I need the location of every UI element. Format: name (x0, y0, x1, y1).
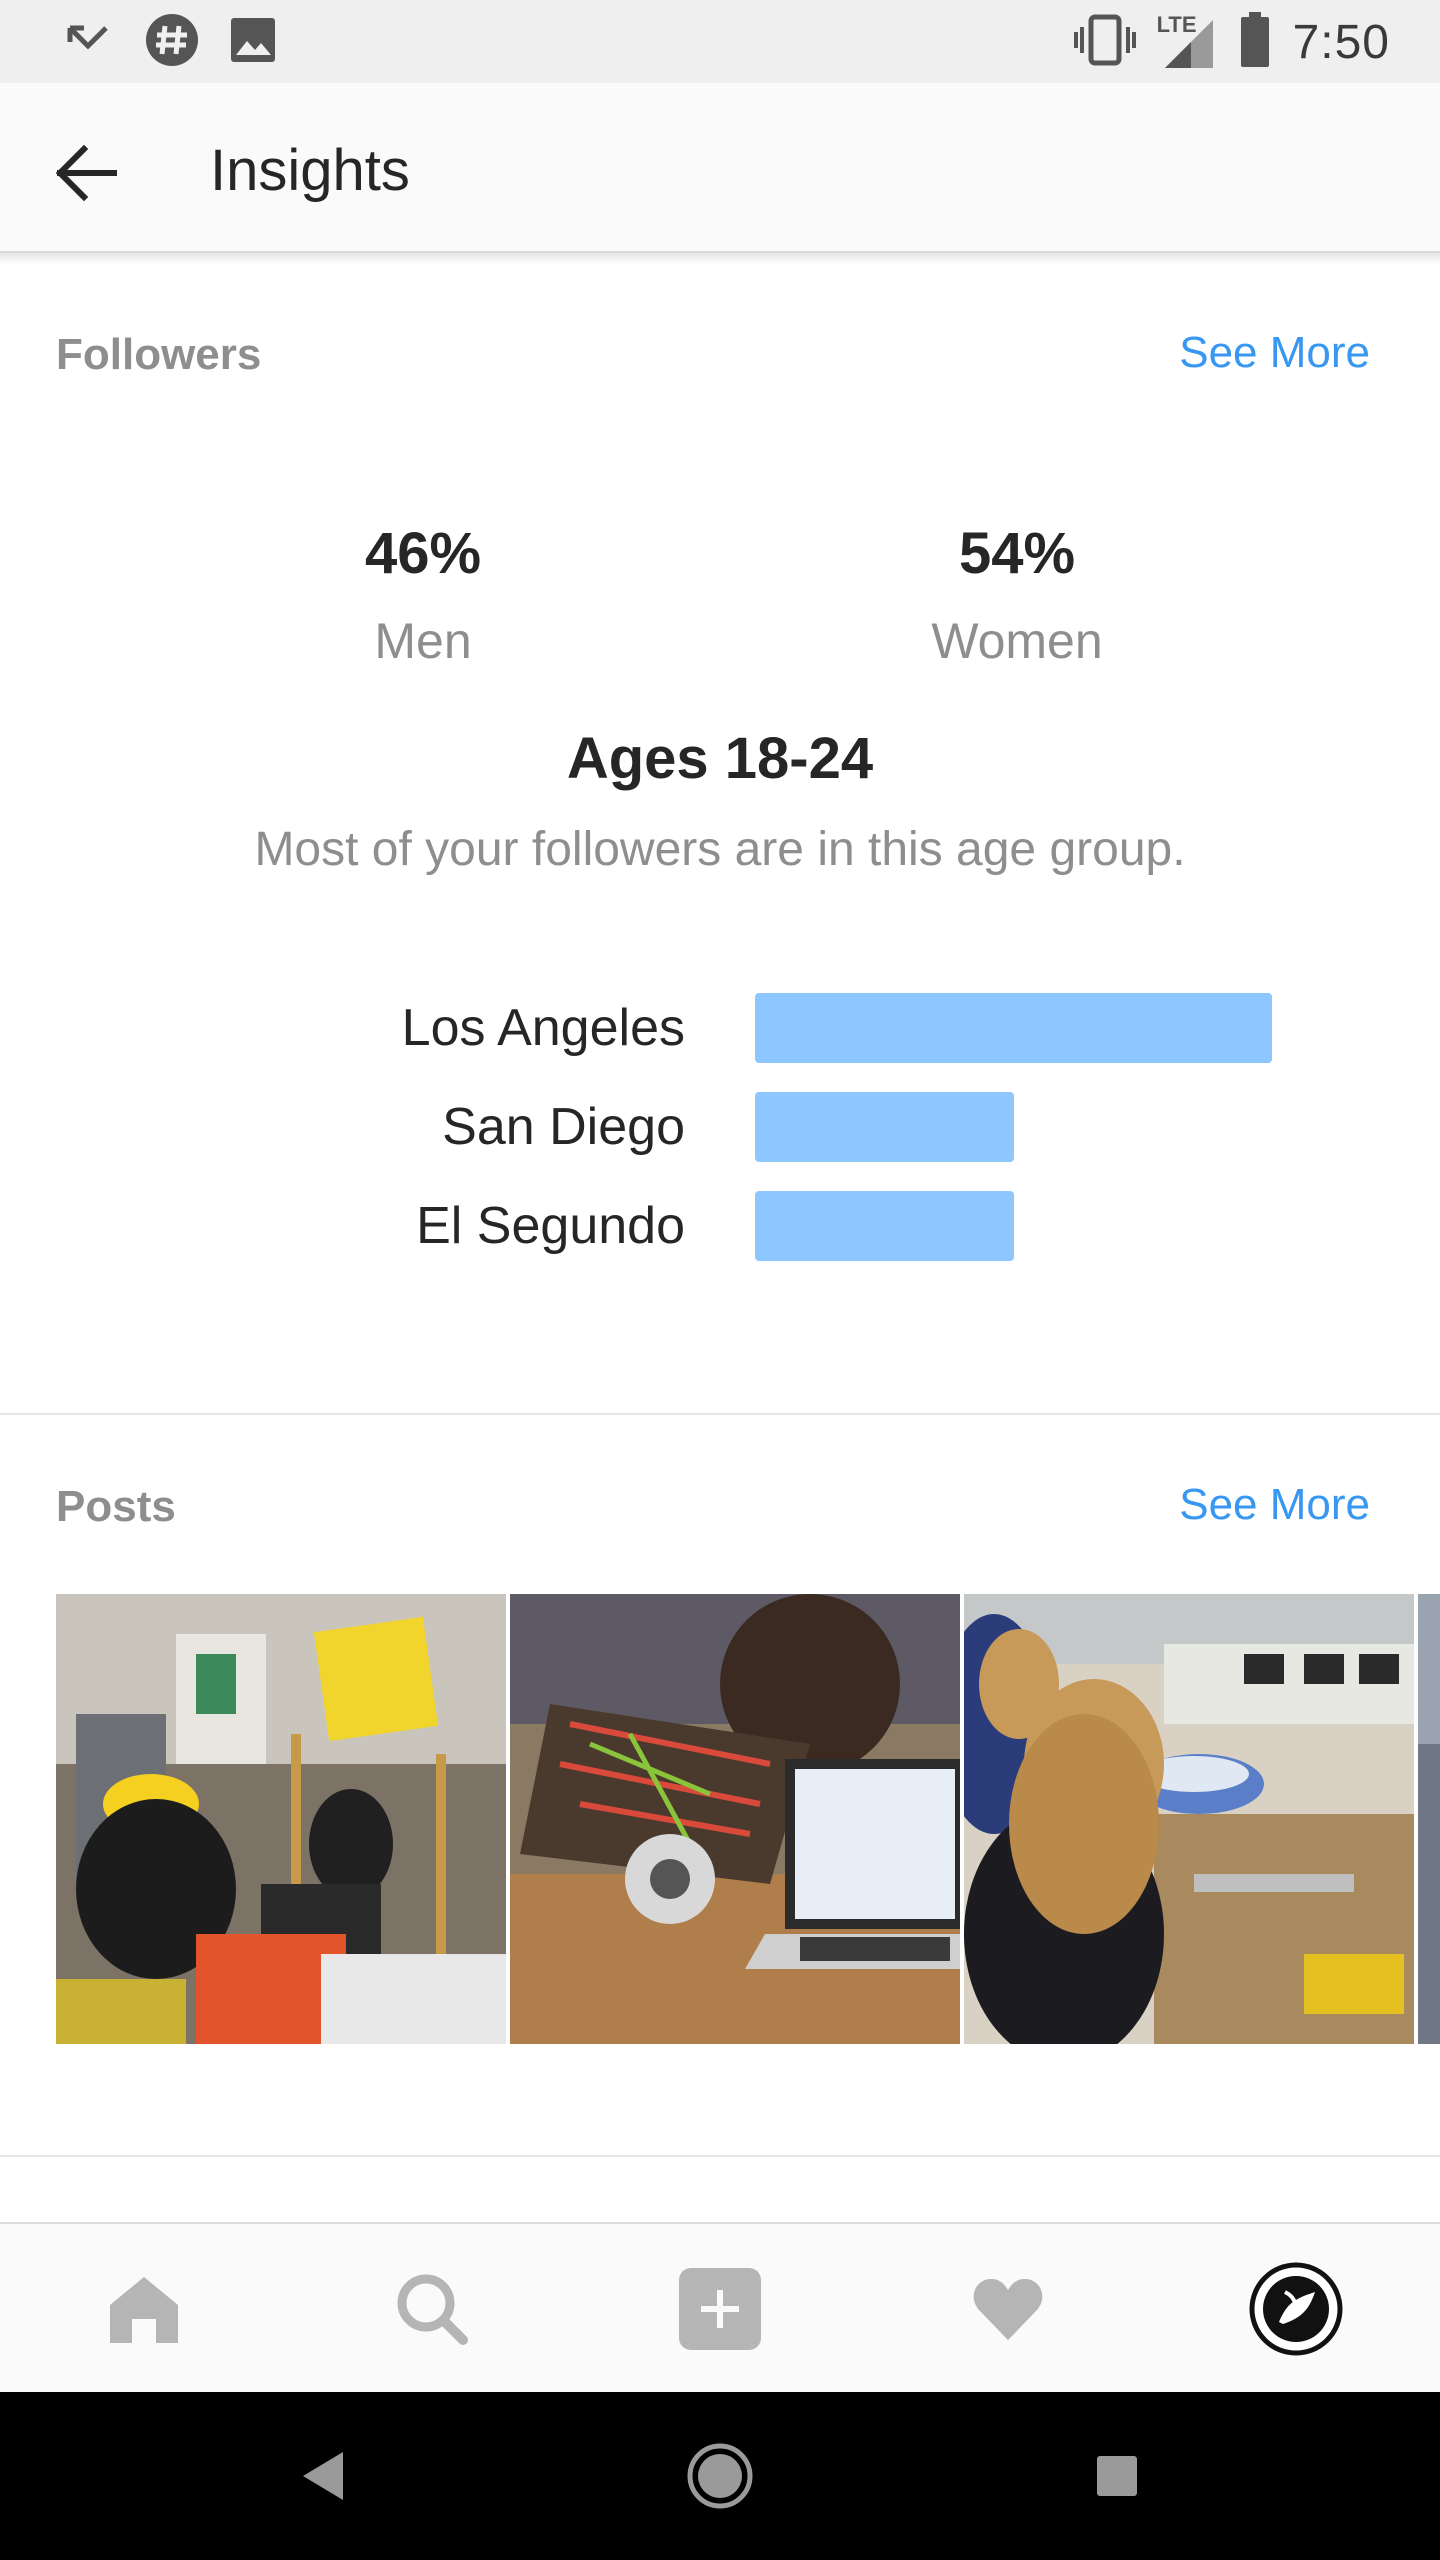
location-bar (755, 1092, 1014, 1162)
nav-add-post[interactable] (576, 2224, 864, 2394)
missed-call-icon (60, 20, 116, 65)
vibrate-icon (1073, 13, 1137, 72)
section-divider (0, 1413, 1440, 1415)
posts-header: Posts (56, 1482, 176, 1531)
activity-heart-icon (973, 2278, 1043, 2340)
system-nav-bar (0, 2392, 1440, 2560)
system-back-button[interactable] (222, 2392, 422, 2560)
status-time: 7:50 (1292, 15, 1390, 69)
men-label: Men (374, 613, 472, 669)
post-thumbnail[interactable] (1418, 1594, 1440, 2044)
location-bar (755, 993, 1272, 1063)
students-building-photo (964, 1594, 1414, 2044)
back-arrow-icon (55, 144, 117, 202)
section-divider (0, 2155, 1440, 2157)
post-thumbnail[interactable] (56, 1594, 506, 2044)
nav-home[interactable] (0, 2224, 288, 2394)
location-label: El Segundo (416, 1197, 685, 1255)
followers-see-more-link[interactable]: See More (1179, 328, 1370, 378)
women-percentage: 54% (958, 521, 1076, 586)
men-percentage: 46% (364, 521, 482, 586)
battery-icon (1239, 11, 1271, 73)
followers-header: Followers (56, 330, 262, 379)
location-row: Los Angeles (0, 993, 1440, 1063)
hashtag-app-icon (144, 12, 200, 73)
robotics-workshop-photo (56, 1594, 506, 2044)
nav-search[interactable] (288, 2224, 576, 2394)
signal-icon: LTE (1156, 12, 1217, 70)
back-button[interactable] (40, 133, 130, 213)
nav-activity[interactable] (864, 2224, 1152, 2394)
profile-avatar-icon (1249, 2262, 1343, 2356)
search-icon (397, 2274, 468, 2345)
app-bar-shadow (0, 253, 1440, 265)
system-recents-button[interactable] (1017, 2392, 1217, 2560)
post-thumbnail[interactable] (510, 1594, 960, 2044)
bottom-nav (0, 2222, 1440, 2392)
home-icon (110, 2277, 178, 2343)
robot-and-laptop-photo (510, 1594, 960, 2044)
post-thumbnail[interactable] (964, 1594, 1414, 2044)
recents-square-icon (1097, 2456, 1137, 2496)
posts-see-more-link[interactable]: See More (1179, 1480, 1370, 1530)
image-icon (228, 15, 278, 70)
women-label: Women (931, 613, 1103, 669)
add-post-icon (679, 2268, 761, 2350)
location-label: Los Angeles (401, 999, 685, 1057)
network-type-label: LTE (1156, 12, 1197, 37)
location-row: San Diego (0, 1092, 1440, 1162)
age-group-subtitle: Most of your followers are in this age g… (254, 823, 1186, 876)
app-bar: Insights (0, 83, 1440, 253)
age-group-title: Ages 18-24 (566, 726, 874, 791)
system-home-button[interactable] (620, 2392, 820, 2560)
nav-profile[interactable] (1152, 2224, 1440, 2394)
page-title: Insights (210, 138, 410, 203)
back-triangle-icon (303, 2452, 343, 2500)
home-circle-icon (687, 2443, 753, 2509)
location-label: San Diego (442, 1098, 685, 1156)
location-bar (755, 1191, 1014, 1261)
partial-photo (1418, 1594, 1440, 2044)
location-row: El Segundo (0, 1191, 1440, 1261)
status-bar: LTE 7:50 (0, 0, 1440, 83)
